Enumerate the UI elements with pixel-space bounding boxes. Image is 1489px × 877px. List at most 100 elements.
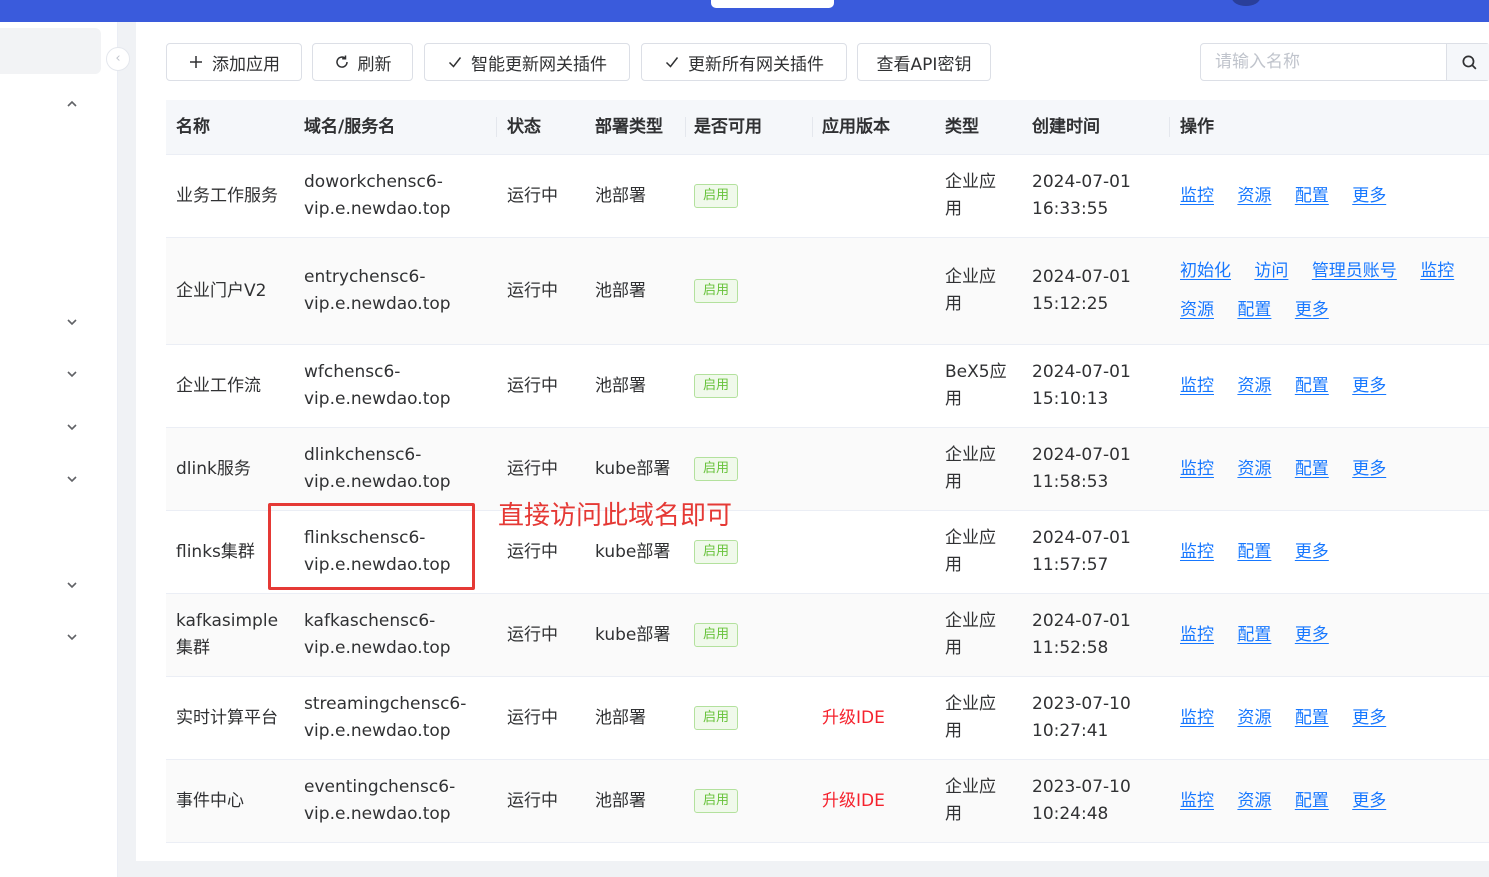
add-app-button[interactable]: 添加应用	[166, 43, 302, 81]
action-link[interactable]: 资源	[1237, 791, 1271, 811]
cell-status: 运行中	[507, 541, 558, 562]
search-input[interactable]	[1201, 44, 1445, 80]
action-link[interactable]: 资源	[1237, 708, 1271, 728]
chevron-down-icon[interactable]	[64, 366, 80, 382]
action-link[interactable]: 配置	[1295, 376, 1329, 396]
action-link[interactable]: 访问	[1254, 261, 1288, 281]
sidebar	[0, 22, 118, 877]
action-link[interactable]: 配置	[1237, 625, 1271, 645]
cell-created-time: 11:58:53	[1032, 472, 1109, 492]
update-all-plugins-label: 更新所有网关插件	[688, 54, 824, 75]
action-link[interactable]: 配置	[1295, 459, 1329, 479]
add-app-label: 添加应用	[212, 54, 280, 75]
action-link[interactable]: 资源	[1180, 300, 1214, 320]
action-link[interactable]: 监控	[1180, 708, 1214, 728]
apps-table: 名称 域名/服务名 状态 部署类型 是否可用 应用版本 类型 创建时间 操作 业…	[166, 100, 1489, 843]
action-link[interactable]: 配置	[1237, 300, 1271, 320]
action-link[interactable]: 监控	[1180, 791, 1214, 811]
upgrade-ide-link[interactable]: 升级IDE	[822, 705, 885, 732]
action-link[interactable]: 资源	[1237, 459, 1271, 479]
avatar[interactable]	[1232, 0, 1260, 6]
action-link[interactable]: 更多	[1352, 459, 1386, 479]
cell-type: 企业应	[945, 694, 996, 714]
action-link[interactable]: 配置	[1237, 542, 1271, 562]
cell-domain: eventingchensc6-	[304, 777, 456, 797]
table-row: kafkasimple集群 kafkaschensc6- vip.e.newdao.…	[166, 594, 1489, 677]
action-link[interactable]: 监控	[1420, 261, 1454, 281]
cell-created-time: 16:33:55	[1032, 199, 1109, 219]
cell-deploy: 池部署	[595, 185, 646, 206]
row-actions: 监控 配置 更多	[1180, 533, 1480, 572]
cell-type: 企业应	[945, 445, 996, 465]
sidebar-active-item[interactable]	[0, 28, 101, 74]
action-link[interactable]: 更多	[1295, 625, 1329, 645]
chevron-down-icon[interactable]	[64, 577, 80, 593]
header-tab[interactable]	[711, 0, 834, 8]
action-link[interactable]: 资源	[1237, 376, 1271, 396]
cell-created-time: 11:52:58	[1032, 638, 1109, 658]
chevron-down-icon[interactable]	[64, 471, 80, 487]
cell-domain: streamingchensc6-	[304, 694, 467, 714]
row-actions: 监控 配置 更多	[1180, 616, 1480, 655]
view-api-key-button[interactable]: 查看API密钥	[857, 43, 991, 81]
action-link[interactable]: 初始化	[1180, 261, 1231, 281]
table-row: 事件中心 eventingchensc6- vip.e.newdao.top 运行中 池…	[166, 760, 1489, 843]
action-link[interactable]: 更多	[1352, 708, 1386, 728]
row-actions: 监控 资源 配置 更多	[1180, 367, 1480, 406]
table-row: 业务工作服务 doworkchensc6- vip.e.newdao.top 运行中 池…	[166, 155, 1489, 238]
table-row: dlink服务 dlinkchensc6- vip.e.newdao.top 运行中 k…	[166, 428, 1489, 511]
sidebar-collapse-button[interactable]: ‹	[106, 47, 130, 71]
cell-created-date: 2024-07-01	[1032, 611, 1131, 631]
cell-domain: vip.e.newdao.top	[304, 199, 451, 219]
action-link[interactable]: 更多	[1295, 300, 1329, 320]
cell-type: 用	[945, 294, 962, 314]
check-icon	[447, 54, 463, 70]
action-link[interactable]: 更多	[1352, 186, 1386, 206]
action-link[interactable]: 更多	[1352, 376, 1386, 396]
cell-created-time: 10:24:48	[1032, 804, 1109, 824]
action-link[interactable]: 更多	[1295, 542, 1329, 562]
cell-deploy: kube部署	[595, 458, 671, 479]
smart-update-plugins-button[interactable]: 智能更新网关插件	[424, 43, 630, 81]
action-link[interactable]: 监控	[1180, 186, 1214, 206]
cell-type: 企业应	[945, 611, 996, 631]
action-link[interactable]: 配置	[1295, 791, 1329, 811]
action-link[interactable]: 监控	[1180, 376, 1214, 396]
cell-type: 企业应	[945, 528, 996, 548]
cell-type: 用	[945, 804, 962, 824]
action-link[interactable]: 更多	[1352, 791, 1386, 811]
header-name: 名称	[176, 117, 210, 137]
top-header-bar	[0, 0, 1489, 22]
action-link[interactable]: 管理员账号	[1312, 261, 1397, 281]
search-icon	[1461, 54, 1476, 69]
refresh-button[interactable]: 刷新	[312, 43, 413, 81]
cell-type: 企业应	[945, 777, 996, 797]
header-actions: 操作	[1180, 117, 1214, 137]
action-link[interactable]: 配置	[1295, 186, 1329, 206]
cell-type: 企业应	[945, 172, 996, 192]
cell-deploy: 池部署	[595, 707, 646, 728]
cell-created-date: 2024-07-01	[1032, 362, 1131, 382]
chevron-down-icon[interactable]	[64, 314, 80, 330]
action-link[interactable]: 资源	[1237, 186, 1271, 206]
header-version: 应用版本	[822, 117, 890, 137]
status-badge: 启用	[694, 457, 739, 481]
chevron-left-icon: ‹	[115, 51, 121, 66]
status-badge: 启用	[694, 184, 739, 208]
update-all-plugins-button[interactable]: 更新所有网关插件	[641, 43, 847, 81]
status-badge: 启用	[694, 540, 739, 564]
cell-type: 用	[945, 721, 962, 741]
action-link[interactable]: 配置	[1295, 708, 1329, 728]
refresh-icon	[334, 54, 350, 70]
action-link[interactable]: 监控	[1180, 542, 1214, 562]
header-created: 创建时间	[1032, 117, 1100, 137]
action-link[interactable]: 监控	[1180, 459, 1214, 479]
search-button[interactable]	[1446, 44, 1489, 80]
chevron-down-icon[interactable]	[64, 419, 80, 435]
action-link[interactable]: 监控	[1180, 625, 1214, 645]
cell-name: dlink服务	[176, 458, 251, 479]
chevron-up-icon[interactable]	[64, 96, 80, 112]
upgrade-ide-link[interactable]: 升级IDE	[822, 788, 885, 815]
table-body: 业务工作服务 doworkchensc6- vip.e.newdao.top 运行中池…	[166, 155, 1489, 843]
chevron-down-icon[interactable]	[64, 629, 80, 645]
